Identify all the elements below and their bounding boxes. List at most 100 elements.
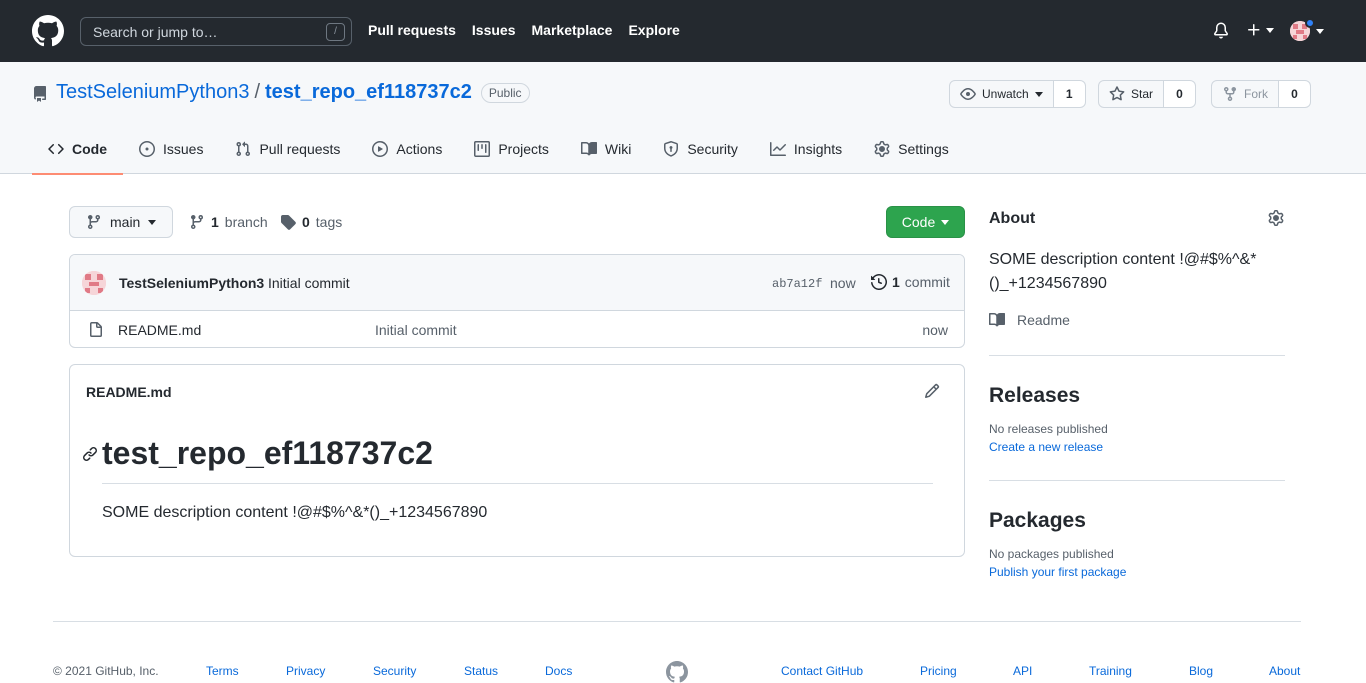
star-button-group: Star 0 [1098, 80, 1197, 108]
fork-button-group: Fork 0 [1211, 80, 1311, 108]
footer-link-status[interactable]: Status [464, 664, 498, 678]
tab-projects[interactable]: Projects [458, 132, 565, 174]
branch-icon [87, 215, 100, 230]
packages-heading[interactable]: Packages [989, 509, 1285, 533]
project-icon [474, 141, 491, 157]
forks-count[interactable]: 0 [1279, 80, 1311, 108]
releases-heading[interactable]: Releases [989, 384, 1285, 408]
shield-icon [664, 141, 679, 157]
star-icon [1109, 86, 1125, 101]
global-header: Search or jump to… / Pull requests Issue… [0, 0, 1366, 62]
nav-marketplace[interactable]: Marketplace [532, 22, 613, 38]
footer-link-about[interactable]: About [1269, 664, 1300, 678]
branch-icon [190, 215, 203, 230]
create-release-link[interactable]: Create a new release [989, 440, 1285, 454]
branches-link[interactable]: 1 branch [189, 214, 268, 230]
watch-button-group: Unwatch 1 [949, 80, 1086, 108]
tab-security-label: Security [687, 141, 738, 157]
footer-link-docs[interactable]: Docs [545, 664, 572, 678]
pull-request-icon [236, 141, 251, 157]
nav-issues[interactable]: Issues [472, 22, 516, 38]
releases-empty-text: No releases published [989, 422, 1108, 436]
branch-select-button[interactable]: main [69, 206, 173, 238]
tag-icon [281, 215, 296, 230]
tab-actions[interactable]: Actions [356, 132, 458, 174]
readme-body: SOME description content !@#$%^&*()_+123… [102, 504, 488, 521]
repo-owner-link[interactable]: TestSeleniumPython3 [56, 81, 249, 104]
tab-code[interactable]: Code [32, 132, 123, 175]
tab-pull-requests-label: Pull requests [259, 141, 341, 157]
tab-settings[interactable]: Settings [858, 132, 965, 174]
caret-down-icon [1266, 27, 1274, 33]
footer-link-privacy[interactable]: Privacy [286, 664, 325, 678]
caret-down-icon [148, 219, 157, 225]
file-navigation: TestSeleniumPython3 Initial commit ab7a1… [69, 254, 965, 348]
watchers-count[interactable]: 1 [1053, 80, 1086, 108]
commit-author-link[interactable]: TestSeleniumPython3 [119, 275, 264, 291]
footer-link-security[interactable]: Security [373, 664, 416, 678]
readme-filename[interactable]: README.md [86, 384, 172, 400]
eye-icon [960, 88, 976, 100]
unwatch-button[interactable]: Unwatch [949, 80, 1054, 108]
publish-package-link[interactable]: Publish your first package [989, 565, 1285, 579]
repo-name-link[interactable]: test_repo_ef118737c2 [265, 81, 472, 104]
footer-link-blog[interactable]: Blog [1189, 664, 1213, 678]
tab-security[interactable]: Security [647, 132, 754, 174]
footer-link-training[interactable]: Training [1089, 664, 1132, 678]
footer-link-contact[interactable]: Contact GitHub [781, 664, 863, 678]
tab-wiki-label: Wiki [604, 141, 632, 157]
file-icon [90, 322, 102, 337]
bell-icon[interactable] [1213, 22, 1229, 39]
caret-down-icon [1034, 91, 1043, 97]
commits-history-link[interactable]: 1 commit [871, 274, 950, 290]
file-commit-message-link[interactable]: Initial commit [375, 322, 457, 338]
commit-sha-link[interactable]: ab7a12f [772, 277, 822, 291]
github-logo-icon[interactable] [32, 15, 64, 47]
search-shortcut-hint: / [326, 23, 345, 41]
tab-code-label: Code [72, 141, 107, 157]
commit-time: now [830, 275, 856, 291]
graph-icon [769, 142, 786, 156]
caret-down-icon [1316, 28, 1324, 34]
nav-explore[interactable]: Explore [628, 22, 679, 38]
list-item: README.md Initial commit now [70, 311, 964, 347]
readme-box: README.md test_repo_ef118737c2 SOME desc… [69, 364, 965, 557]
tab-issues-label: Issues [163, 141, 204, 157]
tab-pull-requests[interactable]: Pull requests [219, 132, 356, 174]
footer-copyright: © 2021 GitHub, Inc. [53, 664, 159, 678]
nav-pull-requests[interactable]: Pull requests [368, 22, 456, 38]
tags-link[interactable]: 0 tags [280, 214, 342, 230]
footer-link-terms[interactable]: Terms [206, 664, 239, 678]
star-button[interactable]: Star [1098, 80, 1165, 108]
tab-actions-label: Actions [396, 141, 443, 157]
visibility-badge: Public [480, 82, 530, 103]
footer-link-pricing[interactable]: Pricing [920, 664, 957, 678]
commit-message-link[interactable]: Initial commit [268, 275, 350, 291]
link-icon[interactable] [82, 446, 98, 462]
github-mark-icon[interactable] [665, 661, 689, 683]
fork-icon [1224, 87, 1236, 102]
fork-button[interactable]: Fork [1211, 80, 1279, 108]
repo-tabs: Code Issues Pull requests Actions Projec… [32, 132, 965, 175]
tab-insights[interactable]: Insights [754, 132, 858, 174]
about-description: SOME description content !@#$%^&*()_+123… [989, 251, 1257, 292]
stars-count[interactable]: 0 [1164, 80, 1197, 108]
readme-heading: test_repo_ef118737c2 [102, 435, 433, 471]
footer-divider [53, 621, 1301, 622]
repo-title: TestSeleniumPython3 / test_repo_ef118737… [56, 81, 530, 104]
repo-icon [34, 86, 46, 102]
create-new-menu[interactable] [1246, 22, 1274, 38]
book-icon [989, 312, 1005, 327]
code-dropdown-button[interactable]: Code [886, 206, 965, 238]
footer-link-api[interactable]: API [1013, 664, 1032, 678]
tab-issues[interactable]: Issues [123, 132, 219, 174]
tag-word: tags [315, 214, 343, 230]
code-button-label: Code [901, 214, 936, 230]
search-input[interactable]: Search or jump to… / [80, 17, 352, 46]
gear-icon[interactable] [1268, 210, 1284, 226]
readme-sidebar-link[interactable]: Readme [989, 312, 1070, 328]
file-name-link[interactable]: README.md [118, 322, 201, 338]
avatar[interactable] [82, 271, 106, 295]
tab-wiki[interactable]: Wiki [565, 132, 647, 174]
pencil-icon[interactable] [924, 383, 940, 399]
